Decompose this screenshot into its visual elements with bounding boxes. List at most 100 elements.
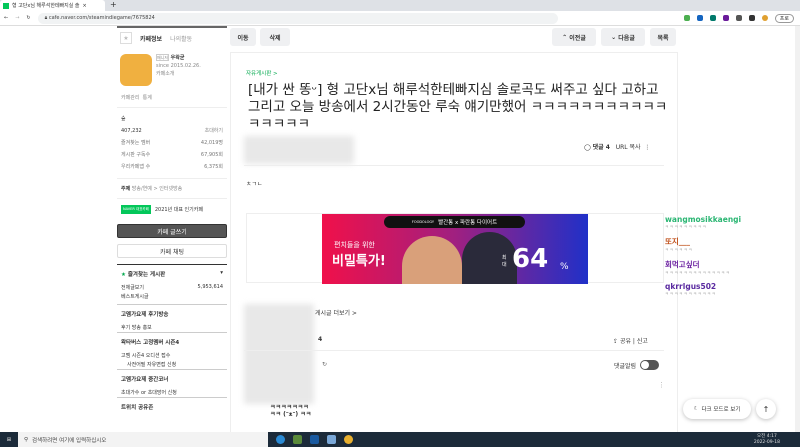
post-area: 이동 삭제 ⌃ 이전글 ⌄ 다음글 목록 자유게시판 > [내가 싼 똥ᵕ] 형…: [230, 26, 678, 432]
report-button[interactable]: 신고: [637, 338, 648, 345]
next-label: 다음글: [618, 34, 635, 42]
board-all-posts[interactable]: 전체글보기: [121, 284, 144, 291]
back-icon[interactable]: ←: [4, 15, 8, 21]
url-input[interactable]: 🔒︎ cafe.naver.com/steamindiegame/7675824: [37, 12, 558, 24]
profile-image-blurred: [244, 304, 314, 404]
more-icon[interactable]: ⋮: [658, 381, 665, 389]
avatar[interactable]: [761, 15, 768, 21]
chrome-icon[interactable]: [344, 435, 353, 444]
member-count[interactable]: 407,232: [121, 126, 142, 136]
stats-link[interactable]: 통계: [143, 95, 152, 101]
ad-line1: 편치들을 위한: [334, 241, 375, 249]
stat-value: 67,905회: [200, 152, 223, 158]
taskbar: ⊞ ⚲ 검색하려면 여기에 입력하십시오 오전 4:17 2022-09-18: [0, 432, 800, 447]
ad-model-image: [462, 232, 517, 284]
board-link[interactable]: 사전어필 자유면접 신청: [127, 361, 176, 368]
manager-badge: 매니저: [156, 54, 170, 61]
tab-cafe-info[interactable]: 카페정보: [140, 34, 162, 43]
share-button[interactable]: 공유: [620, 338, 631, 345]
app-icon[interactable]: [327, 435, 336, 444]
chat-message: 또지___ ㅋㅋㅋㅋㅋㅋ: [665, 236, 800, 253]
write-post-button[interactable]: 카페 글쓰기: [117, 224, 227, 238]
board-link[interactable]: 자유게시판 >: [246, 69, 278, 77]
puzzle-icon[interactable]: [748, 15, 755, 21]
url-copy-button[interactable]: URL 복사: [616, 144, 641, 151]
clock-date[interactable]: 2022-09-18: [754, 440, 780, 446]
comments-link[interactable]: 댓글 4: [593, 144, 610, 151]
forward-icon[interactable]: →: [15, 15, 19, 21]
ad-unit: %: [560, 262, 569, 272]
board-link[interactable]: 초대가수 or 초대망어 신청: [121, 389, 177, 396]
more-icon[interactable]: ⋮: [644, 144, 650, 151]
topic-value[interactable]: 방송/연예 > 인터넷방송: [132, 186, 182, 192]
cafe-intro-link[interactable]: 카페소개: [156, 71, 174, 77]
invite-link[interactable]: 초대하기: [205, 126, 223, 136]
chat-text: ㅋㅋㅋㅋㅋㅋㅋㅋㅋ: [665, 224, 708, 229]
chat-text: ㅋㅋㅋㅋㅋㅋㅋㅋㅋㅋㅋ: [665, 291, 717, 296]
ad-headline: 빨간통 x 파란통 다이어트: [438, 220, 498, 226]
board-link[interactable]: 후기 방송 홍보: [121, 324, 152, 331]
ad-banner[interactable]: FOODOLOGY 빨간통 x 파란통 다이어트 편치들을 위한 비밀특가! 최대…: [322, 214, 588, 284]
more-posts-link[interactable]: 게시글 더보기 >: [315, 308, 357, 317]
ad-box: FOODOLOGY 빨간통 x 파란통 다이어트 편치들을 위한 비밀특가! 최대…: [246, 213, 664, 284]
extension-icon[interactable]: [683, 15, 690, 21]
dark-mode-button[interactable]: ☾ 다크 모드로 보기: [683, 399, 751, 419]
comment-alarm-toggle[interactable]: [640, 360, 660, 370]
board-best-posts[interactable]: 베스트게시글: [121, 293, 149, 300]
fav-boards-title[interactable]: 즐겨찾는 게시판: [128, 272, 165, 278]
close-tab-icon[interactable]: ×: [83, 3, 87, 9]
windows-start-icon[interactable]: ⊞: [0, 437, 18, 443]
browser-tab[interactable]: 형 고단x님 해루석한테빠지실 솔 ×: [0, 0, 105, 11]
tab-my-activity[interactable]: 나의활동: [170, 34, 192, 43]
cafe-chat-button[interactable]: 카페 채팅: [117, 244, 227, 258]
move-button[interactable]: 이동: [230, 28, 256, 46]
taskbar-search[interactable]: ⚲ 검색하려면 여기에 입력하십시오: [18, 432, 268, 447]
next-post-button[interactable]: ⌄ 다음글: [601, 28, 645, 46]
minecraft-icon[interactable]: [293, 435, 302, 444]
comment-alarm-label: 댓글알림: [614, 362, 637, 370]
list-button[interactable]: 목록: [650, 28, 676, 46]
tab-bar: 형 고단x님 해루석한테빠지실 솔 × +: [0, 0, 800, 11]
address-bar-row: ← → ↻ 🔒︎ cafe.naver.com/steamindiegame/767…: [0, 11, 800, 26]
ad-percent: 64: [512, 244, 549, 274]
profile-button[interactable]: 프로: [774, 13, 794, 23]
prev-post-button[interactable]: ⌃ 이전글: [552, 28, 596, 46]
clock-time[interactable]: 오전 4:17: [754, 434, 780, 440]
board-link[interactable]: 고멤 시즌4 오디션 접수: [121, 352, 170, 359]
post-body: ㅊㄱㄴ: [246, 181, 263, 188]
delete-button[interactable]: 삭제: [260, 28, 290, 46]
app-icon[interactable]: [310, 435, 319, 444]
chat-message: wangmosikkaengi ㅋㅋㅋㅋㅋㅋㅋㅋㅋ: [665, 215, 800, 230]
edge-icon[interactable]: [276, 435, 285, 444]
extension-icon[interactable]: [709, 15, 716, 21]
url-text: cafe.naver.com/steamindiegame/7675824: [48, 15, 155, 21]
since-date: since 2015.02.26.: [156, 63, 201, 69]
caret-icon[interactable]: ▾: [220, 270, 223, 278]
board-group-title: 트위치 공유존: [117, 397, 227, 416]
extension-icon[interactable]: [735, 15, 742, 21]
divider: [244, 165, 664, 166]
reload-icon[interactable]: ↻: [26, 15, 30, 21]
share-report: ⇪ 공유 | 신고: [613, 338, 648, 345]
manager-name[interactable]: 우왁굳: [171, 55, 185, 61]
chat-username: 또지___: [665, 237, 691, 246]
ad-model-image: [402, 236, 462, 284]
extension-icon[interactable]: [696, 15, 703, 21]
star-icon[interactable]: ★: [120, 32, 132, 44]
prev-label: 이전글: [569, 34, 586, 42]
ad-line2: 비밀특가!: [332, 254, 386, 269]
stat-label: 우리카페앱 수: [121, 164, 151, 170]
chat-username: wangmosikkaengi: [665, 215, 742, 224]
post-title: [내가 싼 똥ᵕ] 형 고단x님 해루석한테빠지심 솔로곡도 써주고 싶다 고하…: [248, 82, 668, 132]
cafe-manage-link[interactable]: 카페관리: [121, 95, 139, 101]
extension-icon[interactable]: [722, 15, 729, 21]
cafe-sidebar: ★ 카페정보 나의활동 매니저 우왁굳 since 2015.02.26. 카페소개 …: [117, 26, 227, 432]
scroll-top-button[interactable]: ↑: [756, 399, 776, 419]
scrollbar[interactable]: [795, 26, 800, 432]
award-text: 2021년 대표 인기카페: [154, 207, 203, 213]
stat-label: 게시판 구독수: [121, 152, 151, 158]
refresh-icon[interactable]: ↻: [322, 361, 327, 368]
new-tab-button[interactable]: +: [110, 0, 117, 9]
sticker-image: ㅋㅋㅋㅋㅋㅋㅋ ㅋㅋ (ᵔᴥᵔ) ㅋㅋ: [270, 404, 312, 418]
stat-value: 42,019명: [200, 140, 223, 146]
